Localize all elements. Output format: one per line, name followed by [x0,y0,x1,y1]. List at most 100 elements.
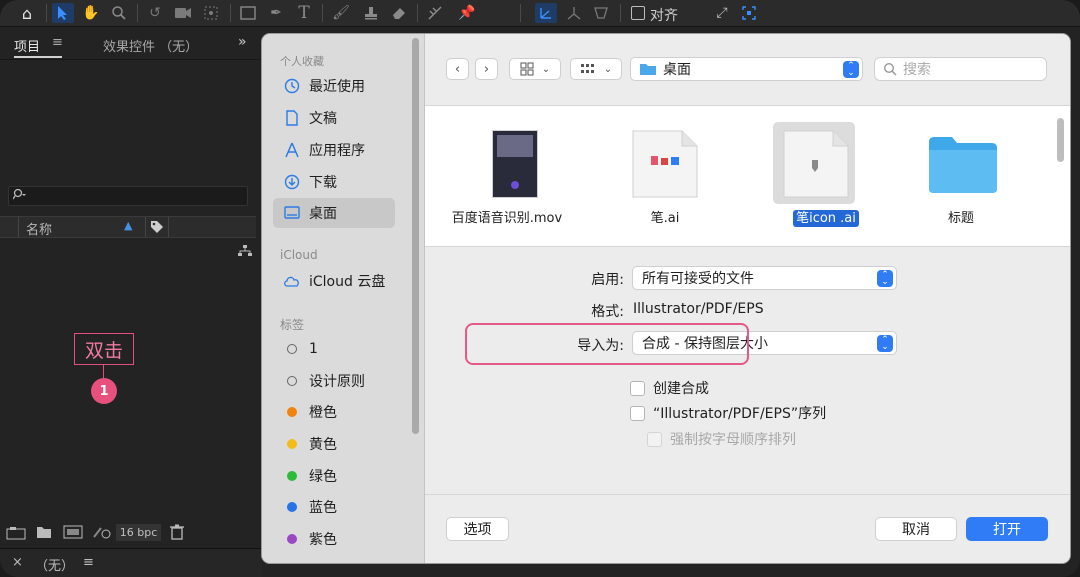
project-settings-icon[interactable] [92,525,112,542]
search-field[interactable]: 搜索 [874,57,1047,81]
file-area-scrollbar[interactable] [1057,118,1064,162]
bit-depth-button[interactable]: 16 bpc [116,524,161,541]
trash-icon[interactable] [170,524,184,543]
hand-icon[interactable]: ✋ [80,3,102,23]
project-panel: 项目 ≡ 效果控件 （无） » 名称 ▲ 双击 1 16 bpc [0,28,262,577]
active-tab-indicator [14,56,62,58]
cancel-button[interactable]: 取消 [875,517,957,541]
column-divider [168,217,169,237]
tag-dot-icon [283,376,301,386]
create-composition-checkbox[interactable] [630,380,645,396]
sidebar-scrollbar[interactable] [412,38,419,434]
tag-dot-icon [283,344,301,354]
sidebar-tag[interactable]: 橙色 [273,397,395,427]
format-value: Illustrator/PDF/EPS [633,301,764,317]
tab-effect-controls[interactable]: 效果控件 （无） [103,36,198,55]
project-search-input[interactable] [8,186,248,206]
new-folder-icon[interactable] [36,525,52,542]
rotate-icon[interactable]: ↺ [144,3,166,23]
sidebar-tag[interactable]: 紫色 [273,524,395,554]
sort-ascending-icon[interactable]: ▲ [124,219,132,232]
toolbar-divider [322,4,323,22]
sidebar-item-applications[interactable]: 应用程序 [273,135,395,165]
sidebar-section-tags: 标签 [280,318,305,332]
new-composition-icon[interactable] [63,525,83,542]
axis-view-icon[interactable] [590,3,612,23]
panel-overflow-icon[interactable]: » [238,34,247,50]
interpret-footage-icon[interactable] [6,526,26,543]
rectangle-icon[interactable] [237,3,259,23]
panel-menu-icon[interactable]: ≡ [52,35,63,50]
pan-behind-icon[interactable] [200,3,222,23]
brush-icon[interactable]: 🖌 [330,3,352,23]
tab-project[interactable]: 项目 [14,36,40,55]
sidebar-item-icloud-drive[interactable]: iCloud 云盘 [273,266,395,296]
camera-icon[interactable] [172,3,194,23]
puppet-pin-icon[interactable]: 📌 [456,3,478,23]
axis-local-icon[interactable] [535,3,557,23]
sidebar-tag[interactable]: 黄色 [273,429,395,459]
file-item[interactable]: 标题 [881,106,1041,247]
sidebar-item-downloads[interactable]: 下载 [273,167,395,197]
checkbox-label: “Illustrator/PDF/EPS”序列 [653,406,827,422]
label-tag-icon[interactable] [150,220,164,238]
sidebar-item-label: 蓝色 [309,500,337,516]
sidebar-item-label: 最近使用 [309,79,365,95]
sequence-checkbox[interactable] [630,405,645,421]
annotation-double-click: 双击 [74,333,134,365]
snap-expand-icon[interactable]: ⤢ [711,3,733,23]
enable-select[interactable]: 所有可接受的文件 ⌃ ⌄ [632,266,897,290]
select-stepper-icon: ⌃ ⌄ [877,270,893,287]
file-item[interactable]: 百度语音识别.mov [427,106,587,247]
tag-dot-icon [283,439,301,449]
flowchart-icon[interactable] [237,242,253,261]
snap-label: 对齐 [650,8,678,24]
force-alphabetical-checkbox [647,431,662,447]
location-select[interactable]: 桌面 ⌃ ⌄ [630,57,863,81]
tab-menu-icon[interactable]: ≡ [83,555,94,570]
roto-brush-icon[interactable] [424,3,446,23]
navigation-bar: ‹ › ⌄ ⌄ 桌面 ⌃ ⌄ 搜索 [425,34,1070,106]
toolbar-divider [417,4,418,22]
select-arrow-icon[interactable] [52,3,74,23]
file-item[interactable]: 笔.ai [585,106,745,247]
sidebar-item-recents[interactable]: 最近使用 [273,71,395,101]
open-button[interactable]: 打开 [966,517,1048,541]
options-button[interactable]: 选项 [446,517,509,541]
create-composition-option[interactable]: 创建合成 [630,378,709,398]
clone-stamp-icon[interactable] [360,3,382,23]
sidebar-tag[interactable]: 设计原则 [273,366,395,396]
select-stepper-icon: ⌃ ⌄ [877,335,893,352]
icon-view-button[interactable]: ⌄ [509,58,561,80]
forward-button[interactable]: › [475,58,498,80]
timeline-tab-label[interactable]: （无） [35,555,74,574]
toolbar-divider [620,4,621,22]
snap-target-icon[interactable] [738,3,760,23]
timeline-tab-bar: × （无） ≡ [0,548,262,577]
chevron-down-icon: ⌄ [603,63,613,75]
snap-checkbox[interactable] [631,6,645,20]
force-alphabetical-option: 强制按字母顺序排列 [647,429,796,449]
group-by-button[interactable]: ⌄ [570,58,622,80]
sidebar-item-desktop[interactable]: 桌面 [273,198,395,228]
zoom-icon[interactable] [108,3,130,23]
column-name[interactable]: 名称 [26,219,52,238]
sidebar-item-label: 设计原则 [309,374,365,390]
search-icon [12,188,26,200]
pen-icon[interactable]: ✒ [265,3,287,23]
sequence-option[interactable]: “Illustrator/PDF/EPS”序列 [630,403,826,423]
download-icon [283,174,301,190]
sidebar-item-documents[interactable]: 文稿 [273,103,395,133]
sidebar-tag[interactable]: 1 [273,334,395,364]
back-button[interactable]: ‹ [446,58,469,80]
toolbar-divider [520,4,521,22]
home-icon[interactable]: ⌂ [16,3,38,23]
sidebar-tag[interactable]: 绿色 [273,461,395,491]
close-tab-icon[interactable]: × [12,555,23,570]
axis-world-icon[interactable] [563,3,585,23]
sidebar-item-label: 1 [309,341,318,357]
sidebar-tag[interactable]: 蓝色 [273,492,395,522]
chevron-down-icon: ⌄ [541,63,551,75]
type-icon[interactable]: T [293,3,315,23]
eraser-icon[interactable] [388,3,410,23]
